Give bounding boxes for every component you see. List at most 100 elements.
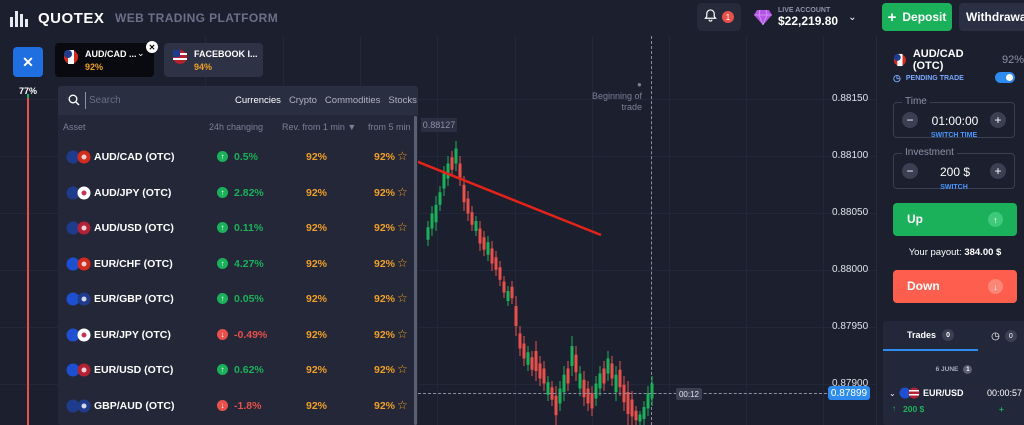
flag-icon	[66, 328, 91, 341]
tab-asset-payout: 94%	[194, 62, 213, 72]
asset-selector-dropdown: Currencies Crypto Commodities Stocks Ass…	[58, 86, 418, 425]
asset-row[interactable]: EUR/GBP (OTC) ↑ 0.05% 92% 92% ☆	[58, 282, 414, 318]
asset-payout-5min: 92%	[374, 364, 396, 376]
pending-trades-tab[interactable]: ◷ 0	[983, 321, 1024, 351]
asset-row[interactable]: AUD/CAD (OTC) ↑ 0.5% 92% 92% ☆	[58, 140, 414, 176]
trades-tab[interactable]: Trades 0	[883, 321, 978, 351]
pending-trade-toggle[interactable]	[995, 72, 1015, 83]
asset-tab-aud-cad[interactable]: AUD/CAD ... 92% ⌄	[55, 43, 154, 77]
trade-date-header: 6 JUNE 1	[883, 365, 1024, 374]
pending-trade-label: ◷ PENDING TRADE	[893, 73, 964, 83]
tab-stocks[interactable]: Stocks	[388, 95, 417, 106]
asset-tab-facebook[interactable]: FACEBOOK I... 94%	[164, 43, 263, 77]
arrow-down-icon: ↓	[988, 279, 1003, 294]
bell-icon	[704, 9, 717, 25]
investment-plus-button[interactable]: +	[990, 163, 1006, 179]
logo-text: QUOTEX	[38, 9, 105, 27]
close-tab-button[interactable]: ✕	[146, 41, 158, 53]
asset-name: EUR/JPY (OTC)	[94, 328, 171, 341]
notifications-button[interactable]: 1	[697, 3, 741, 31]
investment-legend: Investment	[902, 147, 957, 158]
search-bar: Currencies Crypto Commodities Stocks	[58, 86, 418, 115]
asset-payout-1min: 92%	[306, 364, 328, 376]
asset-payout-5min: 92%	[374, 186, 396, 199]
flag-icon	[66, 186, 91, 199]
close-panel-button[interactable]: ✕	[13, 47, 43, 77]
time-plus-button[interactable]: +	[990, 112, 1006, 128]
scrollbar[interactable]	[414, 116, 417, 425]
asset-payout-5min: 92%	[374, 399, 396, 412]
asset-row[interactable]: EUR/USD (OTC) ↑ 0.62% 92% 92% ☆	[58, 353, 414, 389]
asset-row[interactable]: AUD/JPY (OTC) ↑ 2.82% 92% 92% ☆	[58, 176, 414, 212]
payout-value: 384.00 $	[964, 247, 1002, 258]
asset-change: -1.8%	[234, 399, 262, 412]
star-icon[interactable]: ☆	[397, 398, 408, 412]
star-icon[interactable]: ☆	[397, 149, 408, 163]
trade-time-left: 00:00:57	[987, 388, 1023, 398]
asset-payout-1min: 92%	[306, 399, 328, 412]
search-input[interactable]	[85, 92, 225, 109]
asset-row[interactable]: EUR/CHF (OTC) ↑ 4.27% 92% 92% ☆	[58, 247, 414, 283]
flag-icon	[66, 257, 91, 270]
star-icon[interactable]: ☆	[397, 291, 408, 305]
asset-name: EUR/CHF (OTC)	[94, 257, 173, 270]
down-button[interactable]: Down ↓	[893, 270, 1017, 303]
tab-currencies[interactable]: Currencies	[235, 95, 281, 106]
arrow-up-icon: ↑	[217, 364, 228, 375]
switch-currency-button[interactable]: SWITCH	[893, 184, 1015, 191]
trade-payout: +	[999, 404, 1004, 414]
arrow-up-icon: ↑	[217, 151, 228, 162]
asset-payout-5min: 92%	[374, 222, 396, 234]
star-icon[interactable]: ☆	[397, 327, 408, 341]
trade-asset-name: EUR/USD	[923, 388, 964, 398]
chevron-down-icon[interactable]: ⌄	[137, 48, 145, 59]
col-rev-1min[interactable]: Rev. from 1 min ▼	[282, 122, 356, 132]
asset-payout-1min: 92%	[306, 257, 328, 270]
flag-icon	[66, 221, 91, 235]
arrow-up-icon: ↑	[217, 257, 228, 269]
arrow-up-icon: ↑	[217, 293, 228, 304]
tab-commodities[interactable]: Commodities	[325, 95, 380, 106]
asset-row[interactable]: AUD/USD (OTC) ↑ 0.11% 92% 92% ☆	[58, 211, 414, 247]
asset-row[interactable]: GBP/AUD (OTC) ↓ -1.8% 92% 92% ☆	[58, 389, 414, 425]
asset-payout-1min: 92%	[306, 328, 328, 341]
arrow-up-icon: ↑	[217, 222, 228, 233]
flag-icon	[66, 150, 91, 164]
col-24h-change[interactable]: 24h changing	[209, 122, 263, 132]
up-label: Up	[907, 212, 923, 226]
tab-crypto[interactable]: Crypto	[289, 95, 317, 106]
withdrawal-button[interactable]: Withdrawal	[959, 3, 1024, 31]
asset-row[interactable]: EUR/JPY (OTC) ↓ -0.49% 92% 92% ☆	[58, 318, 414, 354]
switch-time-button[interactable]: SWITCH TIME	[893, 132, 1015, 139]
star-icon[interactable]: ☆	[397, 185, 408, 199]
logo[interactable]: QUOTEX	[10, 9, 104, 27]
sentiment-bar-down	[27, 98, 29, 425]
asset-change: 4.27%	[234, 257, 264, 270]
col-rev-5min[interactable]: from 5 min	[368, 122, 411, 132]
asset-change: 0.05%	[234, 293, 264, 305]
date-trade-count: 1	[963, 365, 973, 374]
withdrawal-label: Withdrawal	[966, 10, 1024, 24]
trades-count: 0	[942, 329, 955, 341]
account-switcher[interactable]: LIVE ACCOUNT $22,219.80 ⌄	[754, 2, 866, 32]
trade-panel: AUD/CAD (OTC) 92% ◷ PENDING TRADE Time −…	[876, 36, 1024, 425]
deposit-button[interactable]: + Deposit	[882, 3, 952, 31]
selected-asset-name: AUD/CAD (OTC)	[912, 48, 964, 72]
star-icon[interactable]: ☆	[397, 362, 408, 376]
star-icon[interactable]: ☆	[397, 220, 408, 234]
asset-payout-5min: 92%	[374, 293, 396, 305]
asset-payout-1min: 92%	[306, 293, 328, 305]
account-balance: $22,219.80	[778, 13, 839, 28]
flag-icon	[899, 387, 920, 399]
trade-item[interactable]: ⌄ EUR/USD 00:00:57 ↑ 200 $ +	[883, 387, 1024, 417]
asset-change: 0.5%	[234, 151, 258, 163]
search-icon	[68, 94, 80, 106]
tab-asset-payout: 92%	[85, 62, 104, 72]
up-button[interactable]: Up ↑	[893, 203, 1017, 236]
asset-payout-5min: 92%	[374, 257, 396, 270]
chevron-down-icon[interactable]: ⌄	[889, 389, 896, 398]
star-icon[interactable]: ☆	[397, 256, 408, 270]
asset-name: EUR/USD (OTC)	[94, 364, 174, 376]
account-type-label: LIVE ACCOUNT	[778, 6, 831, 14]
platform-label: WEB TRADING PLATFORM	[115, 11, 279, 25]
